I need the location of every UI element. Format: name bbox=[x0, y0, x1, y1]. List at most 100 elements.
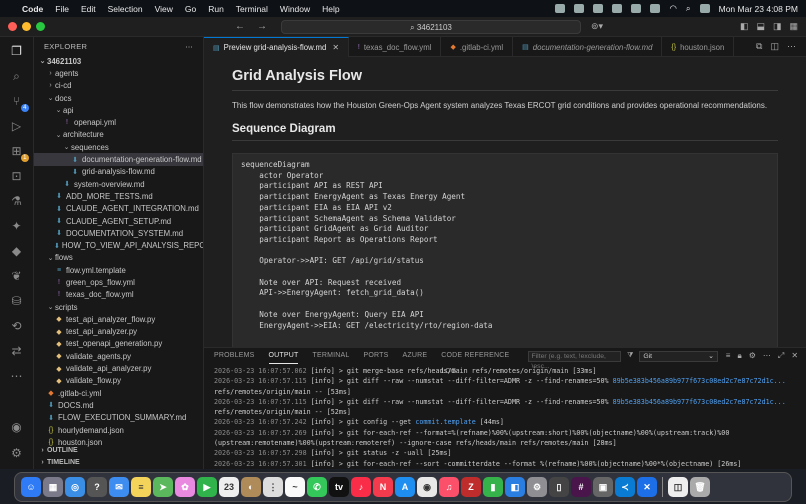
panel-tab-ports[interactable]: PORTS bbox=[363, 348, 388, 364]
tab-documentation-generation-flow[interactable]: ▤ documentation-generation-flow.md bbox=[513, 37, 663, 57]
file-item[interactable]: ≡ flow.yml.template bbox=[34, 264, 203, 276]
timeline-section[interactable]: › TIMELINE bbox=[34, 457, 203, 469]
folder-item[interactable]: ⌄ flows bbox=[34, 252, 203, 264]
launchpad-icon[interactable]: ▦ bbox=[43, 477, 63, 497]
file-item[interactable]: ! green_ops_flow.yml bbox=[34, 276, 203, 288]
toggle-secondary-sidebar-icon[interactable]: ◨ bbox=[773, 21, 782, 32]
minimize-window-button[interactable] bbox=[22, 22, 31, 31]
menu-edit[interactable]: Edit bbox=[81, 4, 96, 14]
contacts-icon[interactable]: ◐ bbox=[241, 477, 261, 497]
file-item[interactable]: ⬇ FLOW_EXECUTION_SUMMARY.md bbox=[34, 412, 203, 424]
notes-icon[interactable]: ≡ bbox=[131, 477, 151, 497]
file-item[interactable]: ◆ validate_agents.py bbox=[34, 350, 203, 362]
folder-item[interactable]: ⌄ scripts bbox=[34, 301, 203, 313]
folder-item[interactable]: ⌄ sequences bbox=[34, 141, 203, 153]
more-views-icon[interactable]: ⋯ bbox=[9, 368, 25, 384]
status-item-icon[interactable] bbox=[593, 4, 604, 13]
chrome-icon[interactable]: ◉ bbox=[417, 477, 437, 497]
tab-gitlab-ci[interactable]: ◆ .gitlab-ci.yml bbox=[441, 37, 514, 57]
safari-icon[interactable]: ◎ bbox=[65, 477, 85, 497]
panel-tab-code-reference-log[interactable]: CODE REFERENCE LOG bbox=[441, 348, 513, 375]
tv-icon[interactable]: tv bbox=[329, 477, 349, 497]
copilot-icon[interactable]: ⊚▾ bbox=[591, 21, 603, 32]
reminders-icon[interactable]: ⋮ bbox=[263, 477, 283, 497]
file-item[interactable]: ! openapi.yml bbox=[34, 116, 203, 128]
testing-icon[interactable]: ⚗ bbox=[9, 193, 25, 209]
music-icon[interactable]: ♪ bbox=[351, 477, 371, 497]
maximize-panel-icon[interactable]: ⤢ bbox=[778, 351, 784, 361]
file-item[interactable]: ⬇ system-overview.md bbox=[34, 178, 203, 190]
news-icon[interactable]: N bbox=[373, 477, 393, 497]
tab-houston-json[interactable]: {} houston.json bbox=[662, 37, 735, 57]
toggle-panel-icon[interactable]: ⬓ bbox=[756, 21, 765, 32]
file-item[interactable]: ⬇ ADD_MORE_TESTS.md bbox=[34, 190, 203, 202]
output-settings-icon[interactable]: ⚙ bbox=[749, 351, 756, 361]
more-actions-icon[interactable]: ⋯ bbox=[787, 41, 796, 52]
file-item[interactable]: ! texas_doc_flow.yml bbox=[34, 289, 203, 301]
menubar-clock[interactable]: Mon Mar 23 4:08 PM bbox=[719, 4, 798, 14]
customize-layout-icon[interactable]: ▦ bbox=[789, 21, 798, 32]
settings-icon[interactable]: ⚙ bbox=[527, 477, 547, 497]
filter-icon[interactable]: ⧩ bbox=[627, 352, 633, 360]
mongodb-icon[interactable]: ❦ bbox=[9, 268, 25, 284]
search-view-icon[interactable]: ⌕ bbox=[9, 68, 25, 84]
remote-icon[interactable]: ⟲ bbox=[9, 318, 25, 334]
appstore-icon[interactable]: A bbox=[395, 477, 415, 497]
menu-view[interactable]: View bbox=[155, 4, 173, 14]
menu-help[interactable]: Help bbox=[322, 4, 339, 14]
file-item[interactable]: ◆ validate_flow.py bbox=[34, 375, 203, 387]
itunes-icon[interactable]: ♫ bbox=[439, 477, 459, 497]
menu-terminal[interactable]: Terminal bbox=[236, 4, 268, 14]
folder-item[interactable]: ⌄ docs bbox=[34, 92, 203, 104]
file-item[interactable]: ⬇ CLAUDE_AGENT_SETUP.md bbox=[34, 215, 203, 227]
menu-window[interactable]: Window bbox=[280, 4, 310, 14]
tab-texas-doc-flow[interactable]: ! texas_doc_flow.yml bbox=[349, 37, 442, 57]
file-item[interactable]: ◆ test_api_analyzer.py bbox=[34, 326, 203, 338]
panel-tab-problems[interactable]: PROBLEMS bbox=[214, 348, 255, 364]
wrap-lines-icon[interactable]: ≡ bbox=[726, 351, 731, 361]
file-item[interactable]: ⬇ CLAUDE_AGENT_INTEGRATION.md bbox=[34, 203, 203, 215]
wifi-icon[interactable]: ◠ bbox=[669, 3, 676, 14]
keynote-icon[interactable]: ◧ bbox=[505, 477, 525, 497]
output-filter-input[interactable]: Filter (e.g. text, !exclude, \esc... bbox=[527, 350, 622, 370]
folder-item[interactable]: ⌄ api bbox=[34, 104, 203, 116]
status-item-icon[interactable] bbox=[650, 4, 661, 13]
status-item-icon[interactable] bbox=[612, 4, 623, 13]
filezilla-icon[interactable]: Z bbox=[461, 477, 481, 497]
panel-tab-azure[interactable]: AZURE bbox=[402, 348, 427, 364]
photos-icon[interactable]: ✿ bbox=[175, 477, 195, 497]
close-panel-icon[interactable]: ✕ bbox=[791, 351, 798, 361]
trash-icon[interactable]: 🗑 bbox=[690, 477, 710, 497]
panel-tab-terminal[interactable]: TERMINAL bbox=[312, 348, 349, 364]
panel-tab-output[interactable]: OUTPUT bbox=[268, 348, 299, 364]
run-debug-icon[interactable]: ▷ bbox=[9, 118, 25, 134]
messages-icon[interactable]: ✆ bbox=[307, 477, 327, 497]
folder-item[interactable]: › agents bbox=[34, 67, 203, 79]
maps-icon[interactable]: ➤ bbox=[153, 477, 173, 497]
vscode-icon[interactable]: ≺ bbox=[615, 477, 635, 497]
more-actions-icon[interactable]: ⋯ bbox=[763, 351, 771, 361]
status-item-icon[interactable] bbox=[555, 4, 566, 13]
remote-explorer-icon[interactable]: ⊡ bbox=[9, 168, 25, 184]
file-item[interactable]: ⬇ DOCUMENTATION_SYSTEM.md bbox=[34, 227, 203, 239]
open-source-icon[interactable]: ⧉ bbox=[756, 41, 762, 52]
search-icon[interactable]: ⌕ bbox=[686, 3, 691, 14]
command-center-search[interactable]: ⌕ 34621103 bbox=[281, 19, 581, 34]
screenshot-icon[interactable]: ▣ bbox=[593, 477, 613, 497]
menu-app-name[interactable]: Code bbox=[22, 4, 43, 14]
file-item[interactable]: ⬇ DOCS.md bbox=[34, 399, 203, 411]
status-item-icon[interactable] bbox=[574, 4, 585, 13]
finder-icon[interactable]: ☺ bbox=[21, 477, 41, 497]
forward-arrow-icon[interactable]: → bbox=[257, 21, 267, 32]
numbers-icon[interactable]: ▮ bbox=[483, 477, 503, 497]
menu-file[interactable]: File bbox=[55, 4, 69, 14]
file-item[interactable]: {} hourlydemand.json bbox=[34, 424, 203, 436]
folder-item[interactable]: ⌄ architecture bbox=[34, 129, 203, 141]
xcode-icon[interactable]: ✕ bbox=[637, 477, 657, 497]
database-icon[interactable]: ⛁ bbox=[9, 293, 25, 309]
file-item[interactable]: ◆ test_api_analyzer_flow.py bbox=[34, 313, 203, 325]
accounts-icon[interactable]: ◉ bbox=[9, 419, 25, 435]
zoom-window-button[interactable] bbox=[36, 22, 45, 31]
calendar-icon[interactable]: 23 bbox=[219, 477, 239, 497]
extensions-icon[interactable]: ⊞ 1 bbox=[9, 143, 29, 162]
